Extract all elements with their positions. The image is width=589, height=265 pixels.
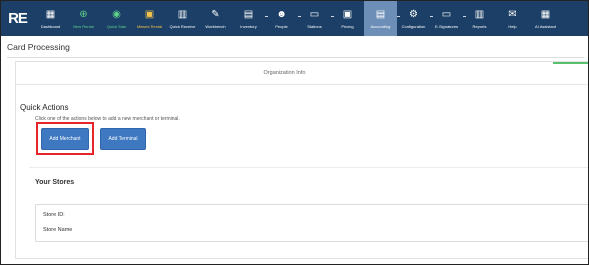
nav-item-label: New Rental <box>73 24 94 29</box>
inventory-icon: ▤ <box>243 9 254 20</box>
your-stores-heading: Your Stores <box>35 179 75 186</box>
accounting-icon: ▤ <box>375 9 386 20</box>
nav-item-label: Configuration <box>401 24 426 29</box>
ai-assistant-icon: ▦ <box>540 9 551 20</box>
nav-item-e-signatures[interactable]: ▭ E-Signatures <box>430 1 466 36</box>
reports-icon: ▥ <box>474 9 485 20</box>
top-navigation-bar: RE ▦ Dashboard ⊕ New Rental ◉ Quick Sale ▣ Miss… <box>1 1 588 36</box>
people-icon: ☻ <box>276 9 287 20</box>
nav-item-label: Stations <box>307 24 322 29</box>
page-title: Card Processing <box>7 42 70 52</box>
wrench-icon: ✎ <box>211 9 220 20</box>
divider <box>7 57 584 58</box>
nav-item-label: AI Assistant <box>535 24 556 29</box>
quick-sale-icon: ◉ <box>112 9 121 20</box>
e-signatures-icon: ▭ <box>441 9 452 20</box>
nav-item-new-rental[interactable]: ⊕ New Rental <box>67 1 100 36</box>
highlight-box <box>36 122 94 155</box>
configuration-icon: ⚙ <box>409 9 418 20</box>
nav-item-label: Pricing <box>341 24 354 29</box>
nav-item-label: People <box>275 24 288 29</box>
nav-item-label: Inventory <box>240 24 257 29</box>
store-id-label: Store ID: <box>43 212 65 218</box>
tab-bar: Organization Info <box>16 62 588 85</box>
store-card: Store ID: Store Name <box>35 204 588 242</box>
stations-icon: ▭ <box>309 9 320 20</box>
nav-item-accounting[interactable]: ▤ Accounting <box>364 1 400 36</box>
nav-items: ▦ Dashboard ⊕ New Rental ◉ Quick Sale ▣ Missed … <box>34 1 562 36</box>
nav-item-label: Reports <box>472 24 487 29</box>
nav-item-label: Dashboard <box>40 24 61 29</box>
nav-item-quick-sale[interactable]: ◉ Quick Sale <box>100 1 133 36</box>
quick-receive-icon: ▥ <box>177 9 188 20</box>
nav-item-label: Quick Receive <box>169 24 196 29</box>
new-rental-icon: ⊕ <box>79 9 88 20</box>
quick-actions-heading: Quick Actions <box>20 103 69 112</box>
nav-item-label: Missed Rental <box>136 24 163 29</box>
nav-item-dashboard[interactable]: ▦ Dashboard <box>34 1 67 36</box>
nav-item-configuration[interactable]: ⚙ Configuration <box>397 1 433 36</box>
dashboard-icon: ▦ <box>45 9 56 20</box>
add-terminal-button[interactable]: Add Terminal <box>100 128 146 150</box>
nav-item-inventory[interactable]: ▤ Inventory <box>232 1 268 36</box>
nav-item-label: Accounting <box>370 24 391 29</box>
nav-item-label: Quick Sale <box>106 24 127 29</box>
store-name-label: Store Name <box>43 227 73 233</box>
section-divider <box>29 167 588 168</box>
app-logo[interactable]: RE <box>1 1 34 36</box>
active-tab-indicator <box>553 62 588 64</box>
missed-rental-icon: ▣ <box>144 9 155 20</box>
nav-item-pricing[interactable]: ▣ Pricing <box>331 1 364 36</box>
tab-organization-info[interactable]: Organization Info <box>16 62 553 84</box>
help-icon: ✉ <box>508 9 517 20</box>
nav-item-quick-receive[interactable]: ▥ Quick Receive <box>166 1 199 36</box>
nav-item-label: Workbench <box>205 24 226 29</box>
logo-text: RE <box>8 10 28 27</box>
nav-item-help[interactable]: ✉ Help <box>496 1 529 36</box>
app-window: RE ▦ Dashboard ⊕ New Rental ◉ Quick Sale ▣ Miss… <box>0 0 589 265</box>
nav-item-label: E-Signatures <box>434 24 459 29</box>
nav-item-workbench[interactable]: ✎ Workbench <box>199 1 232 36</box>
nav-item-reports[interactable]: ▥ Reports <box>463 1 496 36</box>
nav-item-ai-assistant[interactable]: ▦ AI Assistant <box>529 1 562 36</box>
pricing-icon: ▣ <box>342 9 353 20</box>
nav-item-label: Help <box>508 24 517 29</box>
nav-item-stations[interactable]: ▭ Stations <box>298 1 334 36</box>
nav-item-missed-rental[interactable]: ▣ Missed Rental <box>133 1 166 36</box>
nav-item-people[interactable]: ☻ People <box>265 1 301 36</box>
